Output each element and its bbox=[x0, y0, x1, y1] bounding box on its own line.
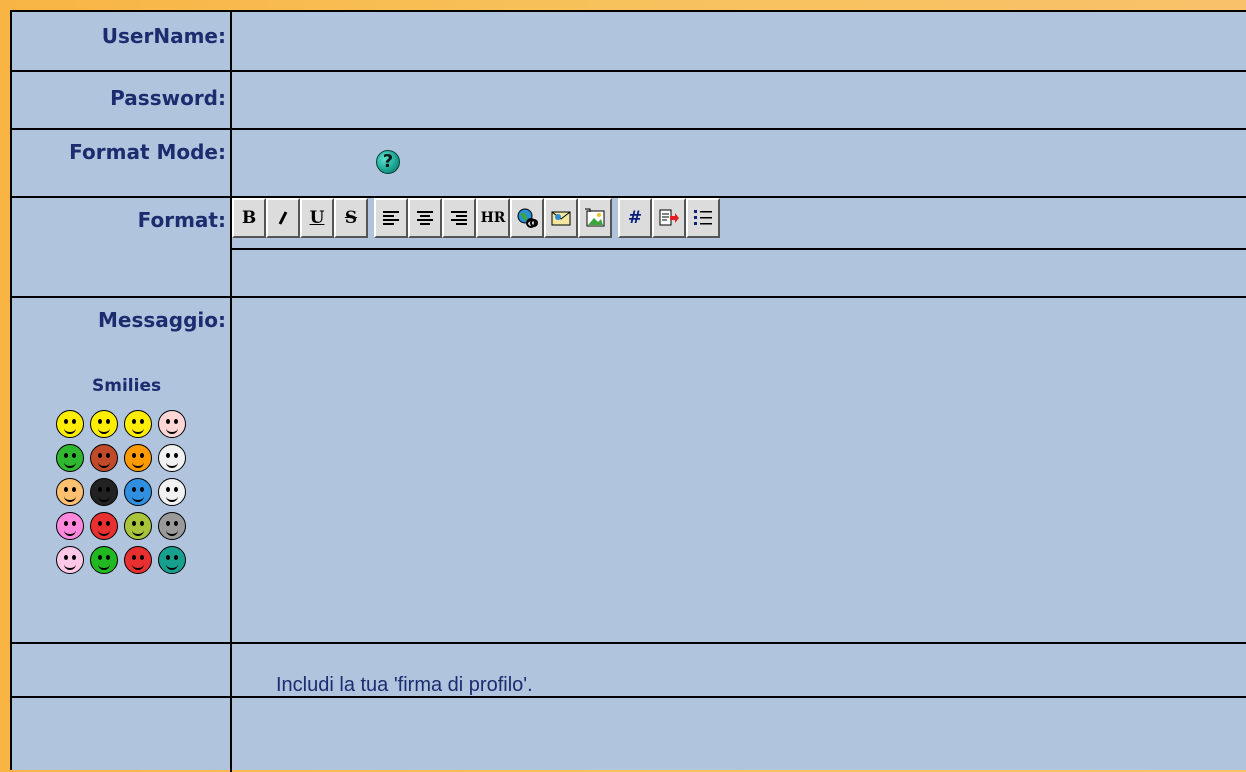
insert-image-button[interactable] bbox=[578, 198, 612, 238]
password-label: Password: bbox=[110, 86, 226, 110]
username-label: UserName: bbox=[101, 24, 226, 48]
smiley-kisses-icon[interactable] bbox=[56, 546, 84, 574]
code-label: # bbox=[627, 208, 643, 228]
smiley-shy-icon[interactable] bbox=[56, 478, 84, 506]
list-icon bbox=[694, 210, 712, 225]
smiley-big-grin-icon[interactable] bbox=[90, 410, 118, 438]
image-icon bbox=[585, 208, 605, 227]
help-icon[interactable]: ? bbox=[376, 150, 400, 174]
signature-option-text[interactable]: Includi la tua 'firma di profilo'. bbox=[276, 674, 533, 697]
smiley-mouth bbox=[132, 426, 144, 434]
insert-link-button[interactable] bbox=[510, 198, 544, 238]
smilies-title: Smilies bbox=[92, 376, 162, 396]
smiley-shock-icon[interactable] bbox=[158, 478, 186, 506]
align-right-icon bbox=[451, 211, 467, 225]
insert-quote-button[interactable] bbox=[652, 198, 686, 238]
smiley-question-icon[interactable] bbox=[158, 546, 186, 574]
password-row: Password: bbox=[12, 72, 1246, 130]
bottom-row bbox=[12, 698, 1246, 772]
smiley-disapprove-icon[interactable] bbox=[90, 546, 118, 574]
smiley-mouth bbox=[166, 426, 178, 434]
email-icon bbox=[551, 211, 571, 226]
underline-button[interactable]: U bbox=[300, 198, 334, 238]
format-mode-label-cell: Format Mode: bbox=[12, 130, 230, 198]
underline-label: U bbox=[309, 208, 325, 228]
insert-email-button[interactable] bbox=[544, 198, 578, 238]
insert-list-button[interactable] bbox=[686, 198, 720, 238]
smiley-clown-icon[interactable] bbox=[158, 444, 186, 472]
italic-icon bbox=[278, 211, 288, 225]
toolbar-group-insert: HR bbox=[374, 198, 612, 238]
smiley-wink-icon[interactable] bbox=[124, 444, 152, 472]
horizontal-rule-button[interactable]: HR bbox=[476, 198, 510, 238]
format-label: Format: bbox=[137, 208, 226, 232]
username-label-cell: UserName: bbox=[12, 12, 230, 72]
globe-link-icon bbox=[517, 208, 538, 228]
horizontal-rule-label: HR bbox=[480, 210, 506, 226]
message-label: Messaggio: bbox=[98, 308, 226, 332]
strikethrough-button[interactable]: S bbox=[334, 198, 368, 238]
smiley-smile-icon[interactable] bbox=[56, 410, 84, 438]
smiley-mouth bbox=[64, 494, 76, 502]
align-right-button[interactable] bbox=[442, 198, 476, 238]
bold-label: B bbox=[241, 208, 257, 228]
format-toolbar: B U S HR # bbox=[232, 198, 726, 238]
smiley-surprised-icon[interactable] bbox=[56, 512, 84, 540]
smiley-mouth bbox=[166, 528, 178, 536]
smiley-mouth bbox=[64, 528, 76, 536]
smilies-grid bbox=[56, 410, 192, 580]
align-center-icon bbox=[417, 211, 433, 225]
smiley-evil-icon[interactable] bbox=[90, 444, 118, 472]
smiley-sleepy-icon[interactable] bbox=[158, 512, 186, 540]
smiley-sad-icon[interactable] bbox=[124, 478, 152, 506]
smiley-mouth bbox=[98, 562, 110, 570]
smiley-tongue-icon[interactable] bbox=[56, 444, 84, 472]
align-left-button[interactable] bbox=[374, 198, 408, 238]
smiley-mouth bbox=[166, 562, 178, 570]
align-left-icon bbox=[383, 211, 399, 225]
password-label-cell: Password: bbox=[12, 72, 230, 130]
smiley-mouth bbox=[132, 460, 144, 468]
smiley-mouth bbox=[64, 460, 76, 468]
strikethrough-label: S bbox=[344, 208, 358, 228]
smiley-mouth bbox=[64, 562, 76, 570]
smiley-angry-icon[interactable] bbox=[90, 512, 118, 540]
smiley-mouth bbox=[132, 494, 144, 502]
bold-button[interactable]: B bbox=[232, 198, 266, 238]
toolbar-group-text: B U S bbox=[232, 198, 368, 238]
smiley-dead-icon[interactable] bbox=[124, 512, 152, 540]
quote-icon bbox=[659, 209, 679, 226]
message-row: Messaggio: bbox=[12, 298, 1246, 644]
insert-code-button[interactable]: # bbox=[618, 198, 652, 238]
format-label-cell: Format: bbox=[12, 198, 230, 298]
username-row: UserName: bbox=[12, 12, 1246, 72]
smiley-cry-icon[interactable] bbox=[124, 546, 152, 574]
toolbar-group-blocks: # bbox=[618, 198, 720, 238]
smiley-mouth bbox=[132, 528, 144, 536]
smiley-mouth bbox=[166, 460, 178, 468]
signature-row bbox=[12, 644, 1246, 698]
smiley-mouth bbox=[98, 494, 110, 502]
smiley-cool-icon[interactable] bbox=[124, 410, 152, 438]
smiley-eight-ball-icon[interactable] bbox=[90, 478, 118, 506]
align-center-button[interactable] bbox=[408, 198, 442, 238]
smiley-mouth bbox=[98, 426, 110, 434]
smiley-mouth bbox=[64, 426, 76, 434]
smiley-blush-icon[interactable] bbox=[158, 410, 186, 438]
format-mode-row: Format Mode: bbox=[12, 130, 1246, 198]
smiley-mouth bbox=[98, 528, 110, 536]
format-mode-label: Format Mode: bbox=[69, 140, 226, 164]
italic-button[interactable] bbox=[266, 198, 300, 238]
post-form: UserName: Password: Format Mode: Format:… bbox=[10, 10, 1246, 772]
smiley-mouth bbox=[132, 562, 144, 570]
smiley-mouth bbox=[166, 494, 178, 502]
smiley-mouth bbox=[98, 460, 110, 468]
